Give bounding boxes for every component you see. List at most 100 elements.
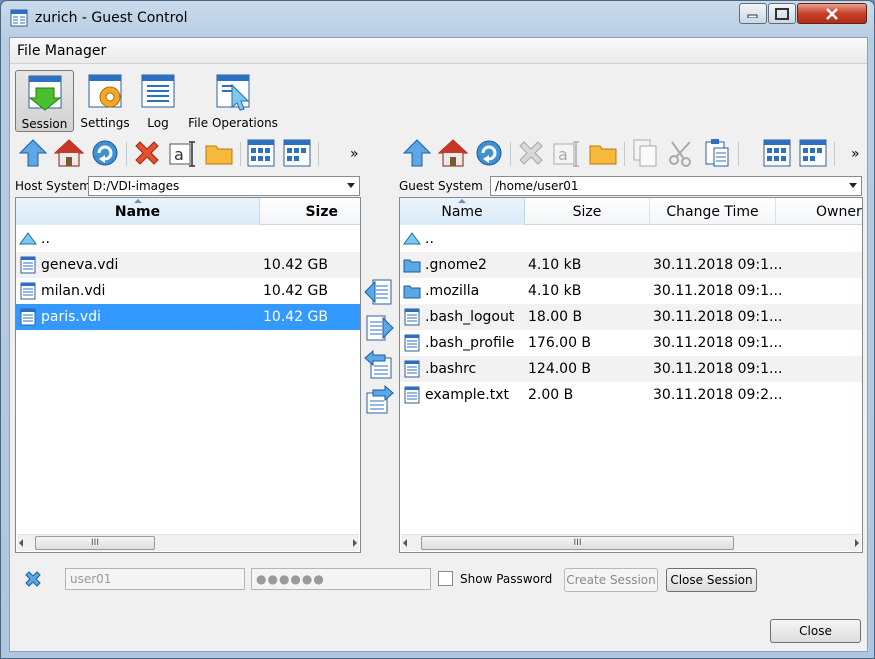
move-to-host-button[interactable] — [363, 350, 395, 380]
svg-text:a: a — [558, 145, 568, 164]
show-password-checkbox[interactable] — [438, 571, 453, 586]
sort-ascending-icon — [134, 199, 142, 203]
table-row[interactable]: .. — [16, 226, 360, 252]
host-horizontal-scrollbar[interactable]: III — [17, 534, 359, 551]
host-file-list[interactable]: Name Size ..geneva.vdi10.42 GBmilan.vdi1… — [15, 197, 361, 553]
table-row[interactable]: .bash_logout18.00 B30.11.2018 09:1... — [400, 304, 862, 330]
toolbar-file-operations-label: File Operations — [185, 116, 281, 130]
cell-size: 10.42 GB — [263, 283, 328, 299]
move-to-guest-button[interactable] — [363, 385, 395, 415]
file-icon — [403, 360, 421, 378]
new-folder-icon[interactable] — [204, 138, 234, 168]
delete-icon — [516, 138, 546, 168]
guest-column-name-label: Name — [441, 204, 482, 220]
toolbar-session-button[interactable]: Session — [15, 70, 74, 132]
table-row[interactable]: .mozilla4.10 kB30.11.2018 09:1... — [400, 278, 862, 304]
refresh-icon[interactable] — [474, 138, 504, 168]
close-session-button[interactable]: Close Session — [666, 568, 757, 592]
host-toolbar-more-button[interactable]: » — [350, 146, 359, 162]
chevron-down-icon — [849, 183, 857, 188]
toolbar-file-operations-button[interactable]: File Operations — [185, 70, 281, 132]
guest-column-size[interactable]: Size — [525, 198, 650, 225]
cell-size: 4.10 kB — [528, 257, 581, 273]
maximize-button[interactable] — [768, 3, 796, 24]
guest-file-list[interactable]: Name Size Change Time Owner ...gnome24.1… — [399, 197, 863, 553]
parent-directory-icon — [19, 230, 37, 248]
cell-size: 4.10 kB — [528, 283, 581, 299]
minimize-button[interactable] — [739, 3, 767, 24]
table-row[interactable]: example.txt2.00 B30.11.2018 09:2... — [400, 382, 862, 408]
settings-icon — [86, 73, 124, 111]
close-button[interactable]: Close — [770, 619, 861, 643]
window-close-button[interactable] — [797, 3, 867, 24]
deselect-all-icon[interactable] — [282, 138, 312, 168]
move-to-guest-icon — [367, 386, 393, 413]
delete-icon[interactable] — [132, 138, 162, 168]
deselect-all-icon[interactable] — [798, 138, 828, 168]
paste-icon[interactable] — [702, 138, 732, 168]
scroll-right-icon[interactable] — [353, 539, 357, 547]
scroll-left-icon[interactable] — [403, 539, 407, 547]
copy-to-guest-icon — [367, 316, 393, 340]
guest-path-combo[interactable]: /home/user01 — [490, 176, 862, 196]
menu-file-manager[interactable]: File Manager — [17, 43, 106, 59]
scroll-right-icon[interactable] — [855, 539, 859, 547]
cell-size: 124.00 B — [528, 361, 591, 377]
host-path-row: Host System D:/VDI-images — [15, 176, 360, 196]
guest-toolbar-more-button[interactable]: » — [851, 146, 860, 162]
guest-column-change-time[interactable]: Change Time — [650, 198, 776, 225]
cell-time: 30.11.2018 09:1... — [653, 309, 782, 325]
cell-size: 2.00 B — [528, 387, 573, 403]
guest-column-owner-label: Owner — [816, 204, 862, 220]
host-path-combo[interactable]: D:/VDI-images — [88, 176, 360, 196]
file-icon — [19, 282, 37, 300]
select-all-icon[interactable] — [762, 138, 792, 168]
host-column-name-label: Name — [115, 204, 160, 220]
new-folder-icon[interactable] — [588, 138, 618, 168]
window-client: File Manager Session Settings — [9, 37, 868, 652]
session-icon — [26, 74, 64, 112]
refresh-icon[interactable] — [90, 138, 120, 168]
toolbar-separator — [240, 142, 241, 166]
maximize-icon — [775, 8, 789, 20]
scroll-thumb[interactable]: III — [421, 536, 734, 550]
rename-icon[interactable]: a — [168, 138, 198, 168]
home-icon[interactable] — [438, 138, 468, 168]
table-row[interactable]: .bashrc124.00 B30.11.2018 09:1... — [400, 356, 862, 382]
parent-directory-icon[interactable] — [18, 138, 48, 168]
copy-to-host-button[interactable] — [363, 278, 395, 308]
toolbar-log-button[interactable]: Log — [134, 70, 182, 132]
toolbar-log-label: Log — [134, 116, 182, 130]
scroll-thumb[interactable]: III — [35, 536, 155, 550]
svg-text:a: a — [174, 145, 184, 164]
guest-column-owner[interactable]: Owner — [776, 198, 863, 225]
table-row[interactable]: geneva.vdi10.42 GB — [16, 252, 360, 278]
table-row[interactable]: milan.vdi10.42 GB — [16, 278, 360, 304]
folder-icon — [403, 256, 421, 274]
menu-bar: File Manager — [10, 38, 867, 64]
home-icon[interactable] — [54, 138, 84, 168]
minimize-icon — [747, 10, 759, 18]
host-column-name[interactable]: Name — [16, 198, 260, 225]
host-column-size[interactable]: Size — [260, 198, 361, 225]
guest-column-size-label: Size — [573, 204, 602, 220]
parent-directory-icon[interactable] — [402, 138, 432, 168]
table-row[interactable]: .gnome24.10 kB30.11.2018 09:1... — [400, 252, 862, 278]
create-session-button[interactable]: Create Session — [564, 568, 658, 592]
cell-name: .bash_logout — [425, 309, 514, 325]
log-icon — [139, 73, 177, 111]
table-row[interactable]: .. — [400, 226, 862, 252]
toolbar-settings-label: Settings — [77, 116, 133, 130]
scroll-left-icon[interactable] — [19, 539, 23, 547]
copy-to-guest-button[interactable] — [363, 314, 395, 344]
cell-name: example.txt — [425, 387, 509, 403]
table-row[interactable]: paris.vdi10.42 GB — [16, 304, 360, 330]
table-row[interactable]: .bash_profile176.00 B30.11.2018 09:1... — [400, 330, 862, 356]
guest-horizontal-scrollbar[interactable]: III — [401, 534, 861, 551]
toolbar-separator — [318, 142, 319, 166]
select-all-icon[interactable] — [246, 138, 276, 168]
toolbar-settings-button[interactable]: Settings — [77, 70, 133, 132]
guest-column-name[interactable]: Name — [400, 198, 525, 225]
password-input[interactable]: ●●●●●● — [251, 568, 431, 590]
username-input[interactable]: user01 — [65, 568, 245, 590]
